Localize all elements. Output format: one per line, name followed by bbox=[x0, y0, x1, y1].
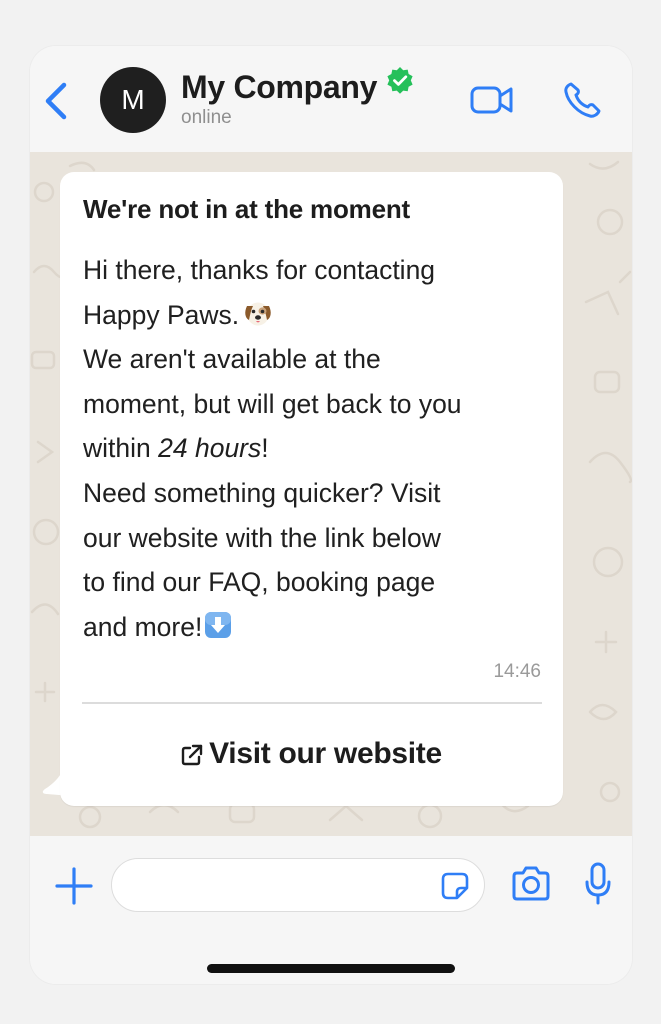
message-line: Hi there, thanks for contacting bbox=[83, 255, 436, 285]
chevron-left-icon[interactable] bbox=[42, 79, 72, 123]
message-line: and more! bbox=[83, 605, 553, 650]
message-line: We aren't available at the bbox=[83, 344, 381, 375]
external-link-icon bbox=[181, 744, 203, 766]
dog-face-emoji-icon bbox=[245, 302, 271, 326]
message-line: Need something quicker? Visit bbox=[83, 477, 441, 508]
contact-info[interactable]: My Company online bbox=[181, 67, 415, 129]
message-line: our website with the link below bbox=[83, 522, 441, 553]
chat-area[interactable]: We're not in at the moment Hi there, tha… bbox=[30, 152, 632, 836]
contact-name: My Company bbox=[181, 69, 378, 105]
sticker-icon[interactable] bbox=[440, 871, 470, 901]
message-body: Hi there, thanks for contacting Happy Pa… bbox=[83, 248, 553, 649]
plus-icon[interactable] bbox=[54, 866, 94, 906]
phone-icon[interactable] bbox=[562, 80, 604, 120]
message-bubble: We're not in at the moment Hi there, tha… bbox=[60, 172, 563, 806]
phone-frame: M My Company online We're not in at the … bbox=[30, 46, 632, 984]
contact-status: online bbox=[181, 107, 232, 128]
avatar-letter: M bbox=[121, 84, 145, 115]
camera-icon[interactable] bbox=[510, 866, 552, 902]
message-composer bbox=[30, 836, 632, 984]
message-line: to find our FAQ, booking page bbox=[83, 567, 436, 598]
message-line: Happy Paws. bbox=[83, 293, 553, 338]
message-timestamp: 14:46 bbox=[493, 661, 541, 682]
home-indicator bbox=[207, 964, 455, 973]
message-input[interactable] bbox=[132, 867, 436, 905]
chat-header: M My Company online bbox=[30, 46, 632, 152]
verified-check-icon bbox=[387, 67, 413, 94]
message-input-container[interactable] bbox=[111, 858, 485, 912]
message-emphasis: 24 hours bbox=[158, 433, 262, 464]
message-text: ! bbox=[261, 433, 269, 464]
divider bbox=[82, 702, 542, 704]
visit-website-button[interactable]: Visit our website bbox=[60, 732, 563, 776]
down-arrow-emoji-icon bbox=[205, 611, 232, 638]
message-title: We're not in at the moment bbox=[83, 194, 410, 224]
message-text: Happy Paws. bbox=[83, 299, 240, 330]
message-text: and more! bbox=[83, 611, 203, 642]
message-text: within bbox=[83, 433, 159, 464]
microphone-icon[interactable] bbox=[584, 862, 612, 906]
video-camera-icon[interactable] bbox=[470, 84, 514, 116]
avatar[interactable]: M bbox=[100, 67, 166, 133]
visit-website-label: Visit our website bbox=[209, 737, 442, 770]
message-line: within 24 hours! bbox=[83, 426, 553, 471]
message-line: moment, but will get back to you bbox=[83, 388, 462, 419]
